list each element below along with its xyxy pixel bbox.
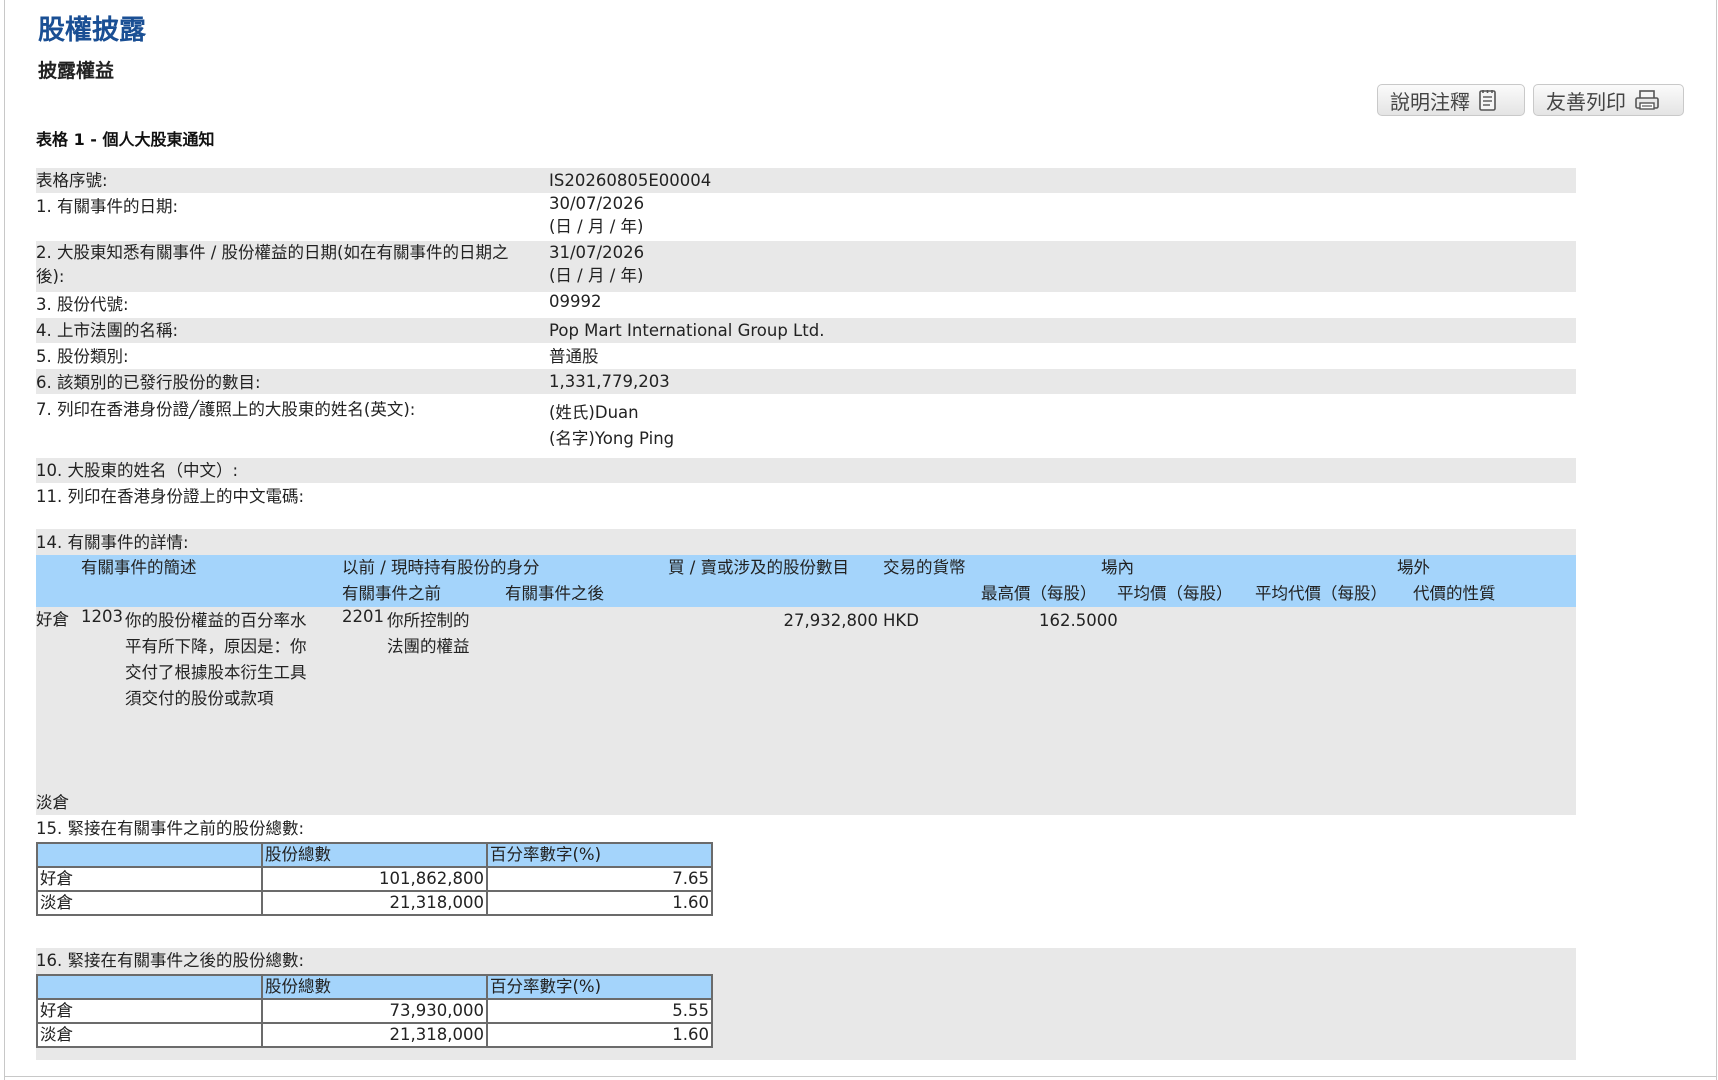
row-position: 好倉	[36, 998, 263, 1024]
row-position: 淡倉	[36, 1022, 263, 1048]
field-label-form-serial: 表格序號:	[36, 171, 108, 190]
frame-border-left	[4, 0, 5, 1080]
event-description: 你的股份權益的百分率水平有所下降，原因是：你交付了根據股本衍生工具須交付的股份或…	[125, 611, 307, 708]
field-label-chinese-name: 10. 大股東的姓名（中文）:	[36, 461, 239, 480]
document-icon	[1479, 90, 1496, 111]
field-label-issued-shares: 6. 該類別的已發行股份的數目:	[36, 373, 261, 392]
field-value-given-name: (名字)Yong Ping	[549, 429, 675, 448]
section-16-label: 16. 緊接在有關事件之後的股份總數:	[36, 951, 305, 970]
col-header-consideration-nature: 代價的性質	[1413, 584, 1496, 603]
row-shares: 21,318,000	[261, 890, 488, 916]
frame-border-bottom	[4, 1076, 1717, 1077]
row-percent: 1.60	[486, 1022, 713, 1048]
col-header-off-exchange: 場外	[1397, 558, 1430, 577]
row-percent: 5.55	[486, 998, 713, 1024]
field-label-english-name: 7. 列印在香港身份證╱護照上的大股東的姓名(英文):	[36, 400, 416, 419]
table-row: 好倉 101,862,800 7.65	[36, 866, 713, 892]
field-label-event-date: 1. 有關事件的日期:	[36, 197, 179, 216]
col-header-total-shares: 股份總數	[261, 842, 488, 868]
row-position: 好倉	[36, 866, 263, 892]
row-percent: 1.60	[486, 890, 713, 916]
printer-icon	[1635, 90, 1659, 110]
event-highest-price: 162.5000	[1039, 611, 1118, 630]
field-value-issued-shares: 1,331,779,203	[549, 372, 670, 391]
table-header-row: 股份總數 百分率數字(%)	[36, 974, 713, 1000]
notes-button[interactable]: 說明注釋	[1377, 84, 1525, 116]
col-header-highest-price: 最高價（每股）	[981, 584, 1097, 603]
row-shares: 73,930,000	[261, 998, 488, 1024]
table-row: 淡倉 21,318,000 1.60	[36, 890, 713, 916]
field-label-company-name: 4. 上市法團的名稱:	[36, 321, 179, 340]
col-header-shares: 買 / 賣或涉及的股份數目	[668, 558, 850, 577]
row-shares: 101,862,800	[261, 866, 488, 892]
field-label-stock-code: 3. 股份代號:	[36, 295, 129, 314]
col-header-avg-consideration: 平均代價（每股）	[1255, 584, 1387, 603]
col-header-capacity: 以前 / 現時持有股份的身分	[342, 558, 540, 577]
totals-before-table: 股份總數 百分率數字(%) 好倉 101,862,800 7.65 淡倉 21,…	[36, 842, 713, 916]
col-header-description: 有關事件的簡述	[81, 558, 197, 577]
col-header-percent: 百分率數字(%)	[486, 842, 713, 868]
print-button-label: 友善列印	[1546, 89, 1626, 114]
field-label-aware-date: 2. 大股東知悉有關事件 / 股份權益的日期(如在有關事件的日期之	[36, 243, 509, 262]
notes-button-label: 說明注釋	[1390, 89, 1470, 114]
event-currency: HKD	[883, 611, 919, 630]
event-position-long: 好倉	[36, 610, 69, 629]
section-14-label: 14. 有關事件的詳情:	[36, 533, 189, 552]
table-header-empty	[36, 974, 263, 1000]
field-value-form-serial: IS20260805E00004	[549, 171, 712, 190]
field-value-aware-date: 31/07/2026	[549, 243, 645, 262]
col-header-total-shares: 股份總數	[261, 974, 488, 1000]
print-button[interactable]: 友善列印	[1533, 84, 1684, 116]
row-band	[36, 458, 1576, 483]
col-header-avg-price: 平均價（每股）	[1117, 584, 1233, 603]
field-label-share-class: 5. 股份類別:	[36, 347, 129, 366]
totals-after-table: 股份總數 百分率數字(%) 好倉 73,930,000 5.55 淡倉 21,3…	[36, 974, 713, 1048]
field-label-chinese-code: 11. 列印在香港身份證上的中文電碼:	[36, 487, 305, 506]
section-15-label: 15. 緊接在有關事件之前的股份總數:	[36, 819, 305, 838]
capacity-description: 你所控制的法團的權益	[387, 611, 470, 656]
frame-border-right	[1716, 0, 1717, 1080]
col-header-currency: 交易的貨幣	[883, 558, 966, 577]
row-position: 淡倉	[36, 890, 263, 916]
table-header-empty	[36, 842, 263, 868]
col-header-before: 有關事件之前	[342, 584, 441, 603]
table-row: 好倉 73,930,000 5.55	[36, 998, 713, 1024]
field-value-stock-code: 09992	[549, 292, 602, 311]
row-band	[36, 529, 1576, 555]
col-header-on-exchange: 場內	[1101, 558, 1134, 577]
field-value-event-date: 30/07/2026	[549, 194, 645, 213]
field-note-date-format: (日 / 月 / 年)	[549, 266, 644, 285]
row-band	[36, 369, 1576, 394]
row-shares: 21,318,000	[261, 1022, 488, 1048]
event-code: 1203	[81, 607, 123, 626]
event-position-short: 淡倉	[36, 793, 69, 812]
form-heading: 表格 1 - 個人大股東通知	[36, 130, 215, 149]
field-note-date-format: (日 / 月 / 年)	[549, 217, 644, 236]
disclosure-page: 股權披露 披露權益 說明注釋 友善列印 表格 1 - 個人大股東通知 表格序號:	[0, 0, 1718, 1080]
field-value-share-class: 普通股	[549, 347, 599, 366]
row-band	[36, 168, 1576, 193]
page-title: 股權披露	[38, 15, 146, 46]
field-value-surname: (姓氏)Duan	[549, 403, 639, 422]
capacity-code: 2201	[342, 607, 384, 626]
table-row: 淡倉 21,318,000 1.60	[36, 1022, 713, 1048]
row-percent: 7.65	[486, 866, 713, 892]
table-header-row: 股份總數 百分率數字(%)	[36, 842, 713, 868]
col-header-after: 有關事件之後	[505, 584, 604, 603]
col-header-percent: 百分率數字(%)	[486, 974, 713, 1000]
page-subtitle: 披露權益	[38, 60, 115, 82]
field-value-company-name: Pop Mart International Group Ltd.	[549, 321, 825, 340]
event-shares: 27,932,800	[783, 611, 878, 630]
field-label-aware-date-cont: 後):	[36, 267, 65, 286]
